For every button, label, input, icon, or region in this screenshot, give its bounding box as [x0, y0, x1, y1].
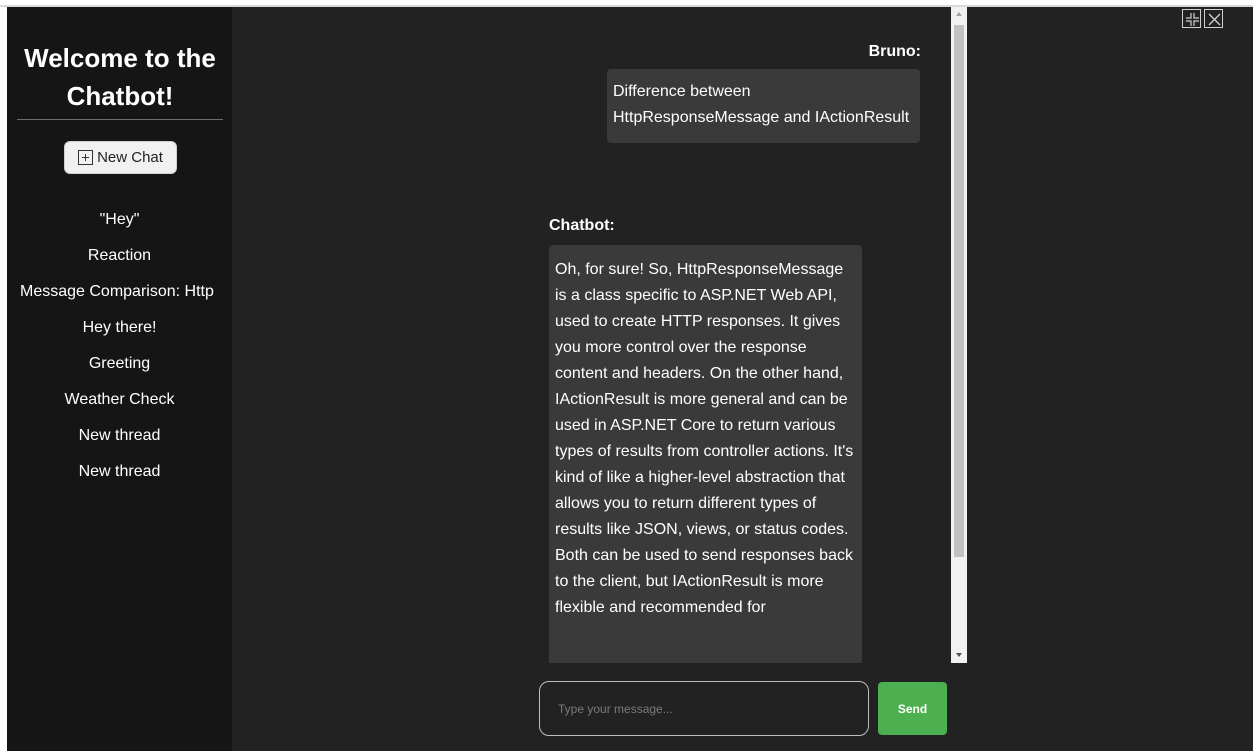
thread-item[interactable]: Weather Check — [7, 387, 232, 423]
plus-square-icon — [78, 150, 94, 165]
thread-item[interactable]: "Hey" — [7, 207, 232, 243]
scroll-down-arrow-icon[interactable] — [951, 647, 967, 663]
send-button[interactable]: Send — [878, 682, 947, 735]
sidebar-divider — [17, 119, 223, 120]
new-chat-button[interactable]: New Chat — [64, 141, 177, 174]
chat-messages: Bruno: Difference between HttpResponseMe… — [232, 7, 967, 663]
close-icon[interactable] — [1204, 9, 1223, 28]
chat-scrollbar[interactable] — [951, 7, 967, 663]
sidebar: Welcome to the Chatbot! New Chat "Hey" R… — [7, 7, 232, 751]
thread-item[interactable]: Reaction — [7, 243, 232, 279]
collapse-icon[interactable] — [1182, 9, 1201, 28]
sidebar-title: Welcome to the Chatbot! — [24, 43, 216, 111]
thread-list: "Hey" Reaction Message Comparison: Http … — [7, 207, 232, 495]
new-chat-label: New Chat — [97, 149, 163, 166]
thread-item[interactable]: New thread — [7, 423, 232, 459]
user-sender-label: Bruno: — [868, 43, 921, 60]
app-window: Welcome to the Chatbot! New Chat "Hey" R… — [7, 7, 1253, 751]
window-controls — [1182, 9, 1223, 28]
thread-item[interactable]: Message Comparison: Http — [7, 279, 232, 315]
scrollbar-thumb[interactable] — [954, 25, 964, 557]
thread-item[interactable]: Greeting — [7, 351, 232, 387]
user-message-bubble: Difference between HttpResponseMessage a… — [607, 69, 920, 143]
message-input[interactable] — [539, 681, 869, 736]
bot-sender-label: Chatbot: — [549, 217, 615, 234]
thread-item[interactable]: Hey there! — [7, 315, 232, 351]
scroll-up-arrow-icon[interactable] — [951, 7, 967, 23]
thread-item[interactable]: New thread — [7, 459, 232, 495]
bot-message-bubble: Oh, for sure! So, HttpResponseMessage is… — [549, 245, 862, 663]
